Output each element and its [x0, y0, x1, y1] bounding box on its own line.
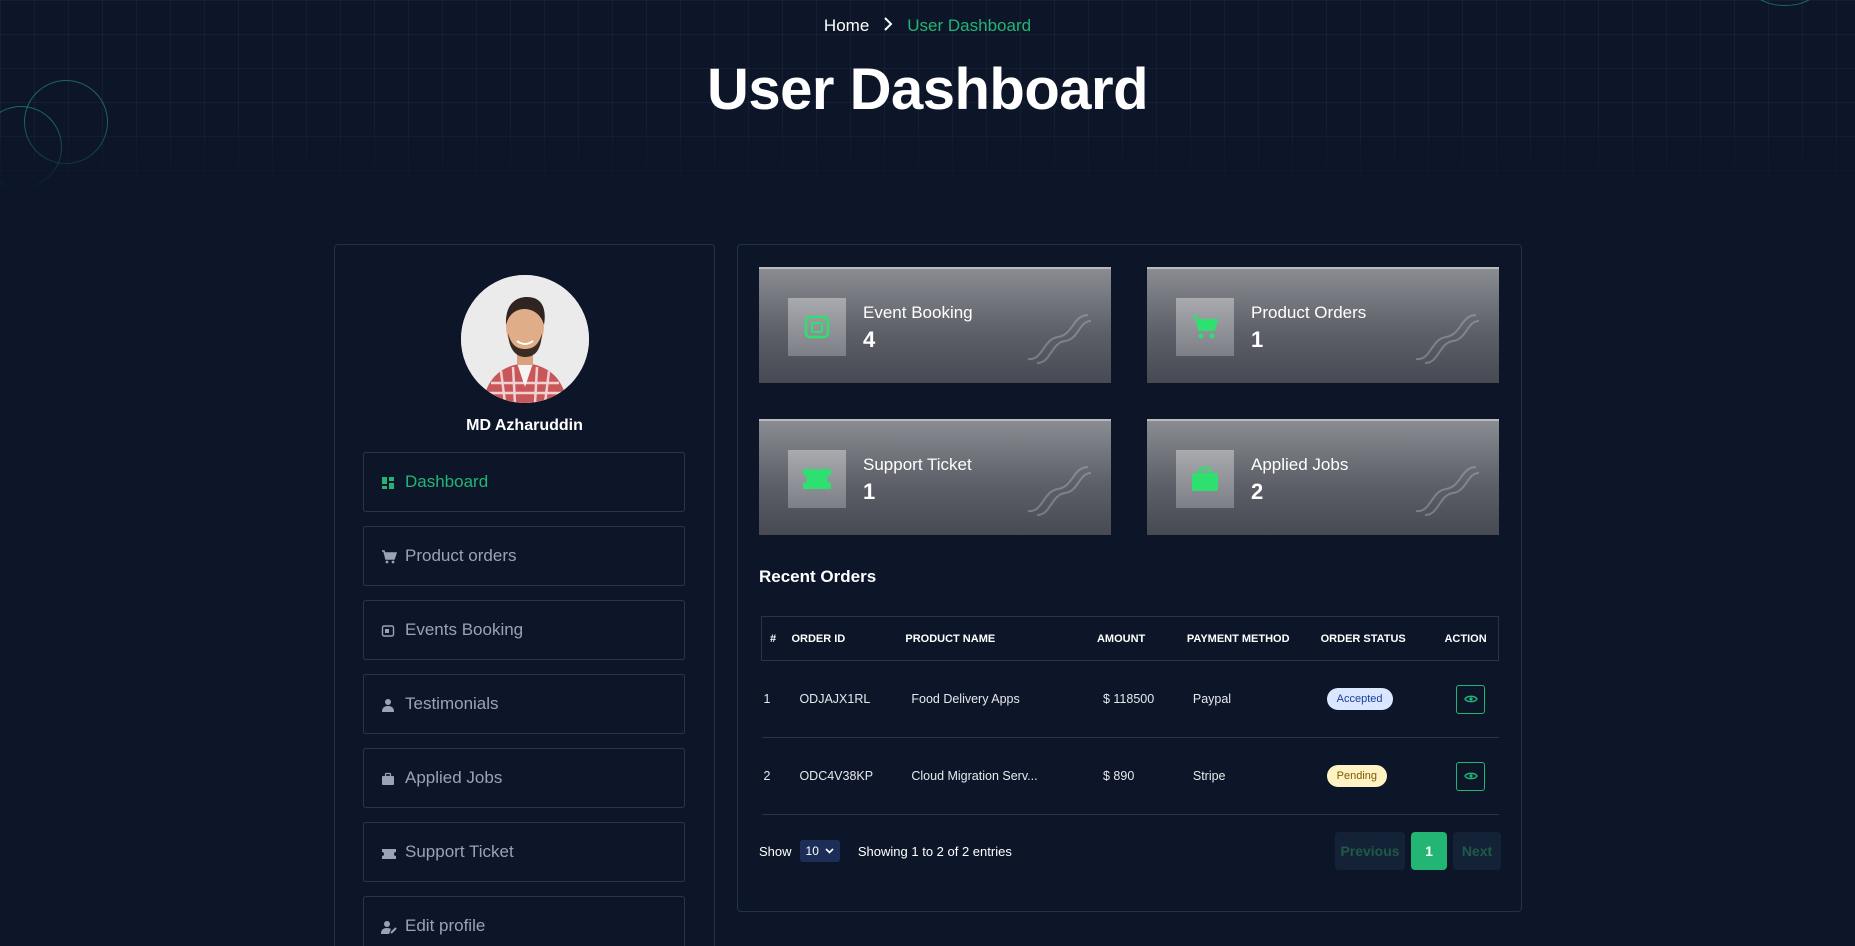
table-row: 2 ODC4V38KP Cloud Migration Serv... $ 89…	[761, 737, 1499, 815]
decorative-circle	[1752, 0, 1818, 6]
page-title: User Dashboard	[706, 57, 1149, 122]
table-footer: Show 10 Showing 1 to 2 of 2 entries Prev…	[759, 831, 1501, 871]
stat-label: Support Ticket	[863, 455, 972, 474]
cart-icon	[381, 549, 398, 564]
previous-page-button[interactable]: Previous	[1335, 832, 1405, 870]
eye-icon	[1464, 772, 1478, 780]
status-badge: Pending	[1326, 765, 1387, 787]
stat-card-event-booking[interactable]: Event Booking 4	[759, 267, 1111, 383]
column-header: PAYMENT METHOD	[1186, 616, 1321, 661]
sidebar-item-label: Testimonials	[405, 694, 499, 713]
page-size-select[interactable]: 10	[799, 840, 840, 862]
stat-card-product-orders[interactable]: Product Orders 1	[1147, 267, 1499, 383]
table-header-row: # ORDER ID PRODUCT NAME AMOUNT PAYMENT M…	[761, 616, 1500, 661]
eye-icon	[1464, 695, 1478, 703]
decorative-swirl-icon	[1023, 461, 1093, 522]
page-size-value: 10	[805, 844, 819, 858]
breadcrumb-current: User Dashboard	[907, 16, 1032, 35]
profile-sidebar: MD Azharuddin Dashboard Product orders E…	[334, 244, 715, 946]
sidebar-item-label: Product orders	[405, 546, 517, 565]
stat-value: 2	[1251, 479, 1264, 504]
product-name: Cloud Migration Serv...	[905, 737, 1097, 815]
row-number: 1	[761, 660, 792, 738]
product-name: Food Delivery Apps	[905, 660, 1097, 738]
decorative-swirl-icon	[1411, 461, 1481, 522]
payment-method: Stripe	[1186, 737, 1321, 815]
breadcrumb: Home User Dashboard	[0, 16, 1855, 36]
ticket-icon	[788, 450, 846, 508]
row-number: 2	[761, 737, 792, 815]
stat-card-applied-jobs[interactable]: Applied Jobs 2	[1147, 419, 1499, 535]
order-amount: $ 118500	[1096, 660, 1187, 738]
dashboard-main-panel: Event Booking 4 Product Orders 1 Support…	[737, 244, 1522, 912]
column-header: #	[761, 616, 792, 661]
user-icon	[381, 697, 395, 712]
sidebar-item-dashboard[interactable]: Dashboard	[363, 452, 685, 512]
column-header: ORDER STATUS	[1320, 616, 1445, 661]
chevron-down-icon	[825, 848, 834, 854]
order-id: ODC4V38KP	[791, 737, 906, 815]
decorative-swirl-icon	[1023, 309, 1093, 370]
entries-info: Showing 1 to 2 of 2 entries	[857, 843, 1012, 859]
sidebar-item-label: Applied Jobs	[405, 768, 503, 787]
order-id: ODJAJX1RL	[791, 660, 906, 738]
column-header: ACTION	[1444, 616, 1500, 661]
payment-method: Paypal	[1186, 660, 1321, 738]
stat-label: Applied Jobs	[1251, 455, 1349, 474]
sidebar-item-support-ticket[interactable]: Support Ticket	[363, 822, 685, 882]
sidebar-item-edit-profile[interactable]: Edit profile	[363, 896, 685, 946]
breadcrumb-home-link[interactable]: Home	[824, 16, 869, 36]
calendar-icon	[788, 298, 846, 356]
stat-value: 1	[1251, 327, 1264, 352]
avatar	[461, 275, 589, 403]
recent-orders-title: Recent Orders	[759, 567, 877, 586]
sidebar-item-product-orders[interactable]: Product orders	[363, 526, 685, 586]
briefcase-icon	[1176, 450, 1234, 508]
show-label: Show	[759, 843, 792, 859]
recent-orders-table: # ORDER ID PRODUCT NAME AMOUNT PAYMENT M…	[761, 616, 1500, 815]
user-edit-icon	[381, 919, 397, 934]
cart-icon	[1176, 298, 1234, 356]
briefcase-icon	[381, 771, 395, 785]
table-row: 1 ODJAJX1RL Food Delivery Apps $ 118500 …	[761, 660, 1499, 738]
page-hero: Home User Dashboard User Dashboard	[0, 0, 1855, 190]
pagination: Previous 1 Next	[1335, 832, 1501, 870]
calendar-icon	[381, 623, 395, 637]
view-order-button[interactable]	[1456, 761, 1486, 791]
page-number-button[interactable]: 1	[1411, 832, 1447, 870]
dashboard-icon	[381, 475, 395, 489]
sidebar-item-label: Events Booking	[405, 620, 524, 639]
user-name: MD Azharuddin	[466, 417, 583, 434]
stat-value: 1	[863, 479, 876, 504]
column-header: PRODUCT NAME	[905, 616, 1097, 661]
order-amount: $ 890	[1096, 737, 1187, 815]
sidebar-item-label: Dashboard	[405, 472, 489, 491]
stat-value: 4	[863, 327, 876, 352]
view-order-button[interactable]	[1456, 684, 1486, 714]
sidebar-item-label: Edit profile	[405, 916, 486, 935]
status-badge: Accepted	[1326, 688, 1393, 710]
stat-card-support-ticket[interactable]: Support Ticket 1	[759, 419, 1111, 535]
sidebar-item-label: Support Ticket	[405, 842, 514, 861]
next-page-button[interactable]: Next	[1453, 832, 1501, 870]
stat-label: Product Orders	[1251, 303, 1367, 322]
ticket-icon	[381, 845, 396, 859]
sidebar-item-testimonials[interactable]: Testimonials	[363, 674, 685, 734]
sidebar-item-events-booking[interactable]: Events Booking	[363, 600, 685, 660]
sidebar-item-applied-jobs[interactable]: Applied Jobs	[363, 748, 685, 808]
column-header: AMOUNT	[1096, 616, 1187, 661]
stat-label: Event Booking	[863, 303, 973, 322]
decorative-swirl-icon	[1411, 309, 1481, 370]
chevron-right-icon	[883, 16, 893, 36]
column-header: ORDER ID	[791, 616, 906, 661]
